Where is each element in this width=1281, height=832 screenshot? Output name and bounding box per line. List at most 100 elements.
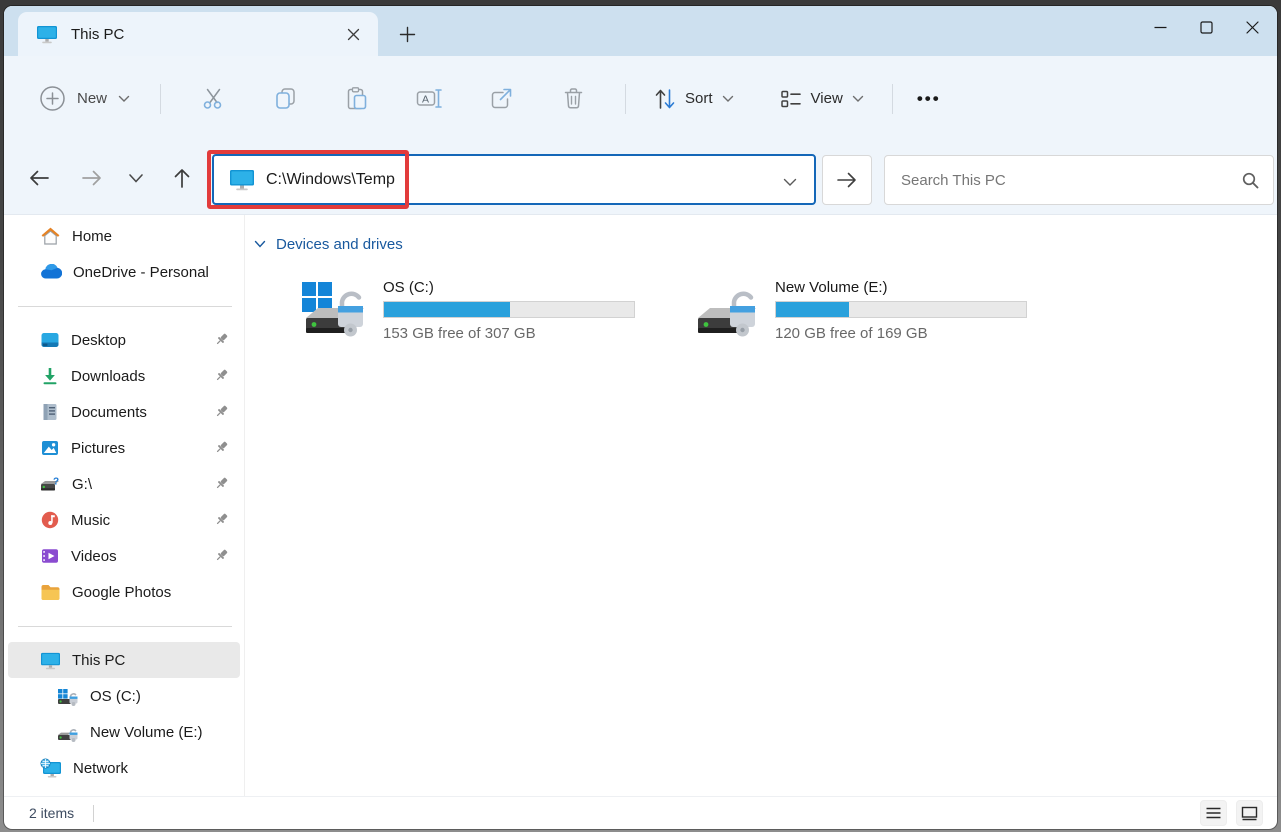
share-icon[interactable] [481, 79, 521, 119]
view-button[interactable]: View [768, 79, 876, 119]
copy-icon[interactable] [265, 79, 305, 119]
sidebar-item-label: Music [71, 512, 110, 529]
tab-close-icon[interactable] [338, 19, 368, 49]
drive-capacity-fill [384, 302, 510, 317]
sidebar-divider [18, 306, 232, 307]
drive-capacity-bar [775, 301, 1027, 318]
downloads-icon [40, 366, 60, 386]
large-icons-view-icon[interactable] [1236, 800, 1263, 826]
new-tab-button[interactable] [390, 17, 424, 51]
navigation-pane: Home OneDrive - Personal Desktop [4, 215, 244, 796]
sidebar-item-home[interactable]: Home [8, 218, 240, 254]
back-icon[interactable] [19, 158, 59, 198]
search-icon[interactable] [1241, 171, 1260, 190]
desktop-background: This PC [0, 0, 1281, 832]
sort-arrows-icon [654, 87, 676, 111]
chevron-down-icon [118, 95, 130, 103]
this-pc-monitor-icon [229, 168, 255, 191]
toolbar-divider [160, 84, 161, 114]
pin-icon [214, 368, 229, 383]
tab-title: This PC [71, 26, 338, 43]
search-input[interactable] [885, 172, 1241, 189]
sidebar-item-label: OneDrive - Personal [73, 264, 209, 281]
section-devices-and-drives[interactable]: Devices and drives [254, 236, 1277, 253]
svg-text:A: A [422, 94, 429, 106]
status-bar: 2 items [4, 796, 1277, 829]
delete-icon[interactable] [553, 79, 593, 119]
address-path-text: C:\Windows\Temp [266, 171, 395, 189]
files-pane: Devices and drives OS (C:) 153 [244, 215, 1277, 796]
pin-icon [214, 512, 229, 527]
sidebar-item-g-drive[interactable]: ? G:\ [8, 466, 240, 502]
sidebar-item-videos[interactable]: Videos [8, 538, 240, 574]
sidebar-item-new-volume-e[interactable]: New Volume (E:) [8, 714, 240, 750]
more-options-icon[interactable]: ••• [909, 79, 949, 119]
file-explorer-window: This PC [4, 6, 1277, 829]
drive-name: New Volume (E:) [775, 279, 1028, 296]
sidebar-item-label: Desktop [71, 332, 126, 349]
sidebar-divider [18, 626, 232, 627]
status-divider [93, 805, 94, 822]
item-count: 2 items [29, 805, 74, 821]
recent-locations-chevron-icon[interactable] [116, 158, 156, 198]
music-icon [40, 510, 60, 530]
sidebar-item-onedrive[interactable]: OneDrive - Personal [8, 254, 240, 290]
sidebar-item-downloads[interactable]: Downloads [8, 358, 240, 394]
paste-icon[interactable] [337, 79, 377, 119]
sidebar-item-music[interactable]: Music [8, 502, 240, 538]
sort-button-label: Sort [685, 90, 713, 107]
forward-icon[interactable] [72, 158, 112, 198]
sidebar-item-label: New Volume (E:) [90, 724, 203, 741]
go-to-icon[interactable] [822, 155, 872, 205]
sidebar-item-os-c[interactable]: OS (C:) [8, 678, 240, 714]
sidebar-item-label: Documents [71, 404, 147, 421]
drive-tile-os-c[interactable]: OS (C:) 153 GB free of 307 GB [300, 278, 636, 342]
home-icon [40, 226, 61, 246]
close-icon[interactable] [1229, 6, 1275, 48]
this-pc-monitor-icon [40, 651, 61, 670]
sidebar-item-google-photos[interactable]: Google Photos [8, 574, 240, 610]
sidebar-item-label: Home [72, 228, 112, 245]
view-layout-icon [780, 88, 802, 110]
toolbar-divider [892, 84, 893, 114]
search-box [884, 155, 1274, 205]
window-controls [1137, 6, 1275, 48]
pin-icon [214, 404, 229, 419]
drive-name: OS (C:) [383, 279, 636, 296]
os-drive-icon [57, 687, 79, 706]
details-view-icon[interactable] [1200, 800, 1227, 826]
sidebar-item-label: Network [73, 760, 128, 777]
address-bar[interactable]: C:\Windows\Temp [212, 154, 816, 205]
locked-drive-large-icon [692, 278, 768, 342]
address-dropdown-chevron-icon[interactable] [778, 170, 802, 194]
new-button[interactable]: New [39, 77, 144, 121]
sidebar-item-label: Pictures [71, 440, 125, 457]
maximize-icon[interactable] [1183, 6, 1229, 48]
rename-icon[interactable]: A [409, 79, 449, 119]
network-icon [40, 758, 62, 778]
onedrive-icon [40, 264, 62, 280]
view-button-label: View [811, 90, 843, 107]
this-pc-monitor-icon [36, 24, 58, 44]
sidebar-item-desktop[interactable]: Desktop [8, 322, 240, 358]
drive-tile-new-volume-e[interactable]: New Volume (E:) 120 GB free of 169 GB [692, 278, 1028, 342]
up-icon[interactable] [162, 158, 202, 198]
sidebar-item-network[interactable]: Network [8, 750, 240, 786]
drive-free-space: 153 GB free of 307 GB [383, 325, 636, 342]
sidebar-item-label: G:\ [72, 476, 92, 493]
sort-button[interactable]: Sort [642, 79, 746, 119]
cut-icon[interactable] [193, 79, 233, 119]
sidebar-item-pictures[interactable]: Pictures [8, 430, 240, 466]
videos-icon [40, 546, 60, 566]
drive-free-space: 120 GB free of 169 GB [775, 325, 1028, 342]
minimize-icon[interactable] [1137, 6, 1183, 48]
chevron-down-icon [852, 95, 864, 103]
address-row: C:\Windows\Temp [4, 141, 1277, 215]
sidebar-item-this-pc[interactable]: This PC [8, 642, 240, 678]
tab-this-pc[interactable]: This PC [18, 12, 378, 56]
section-collapse-chevron-icon[interactable] [254, 240, 266, 249]
new-button-label: New [77, 90, 107, 107]
sidebar-item-documents[interactable]: Documents [8, 394, 240, 430]
documents-icon [40, 402, 60, 422]
os-drive-large-icon [300, 278, 376, 342]
